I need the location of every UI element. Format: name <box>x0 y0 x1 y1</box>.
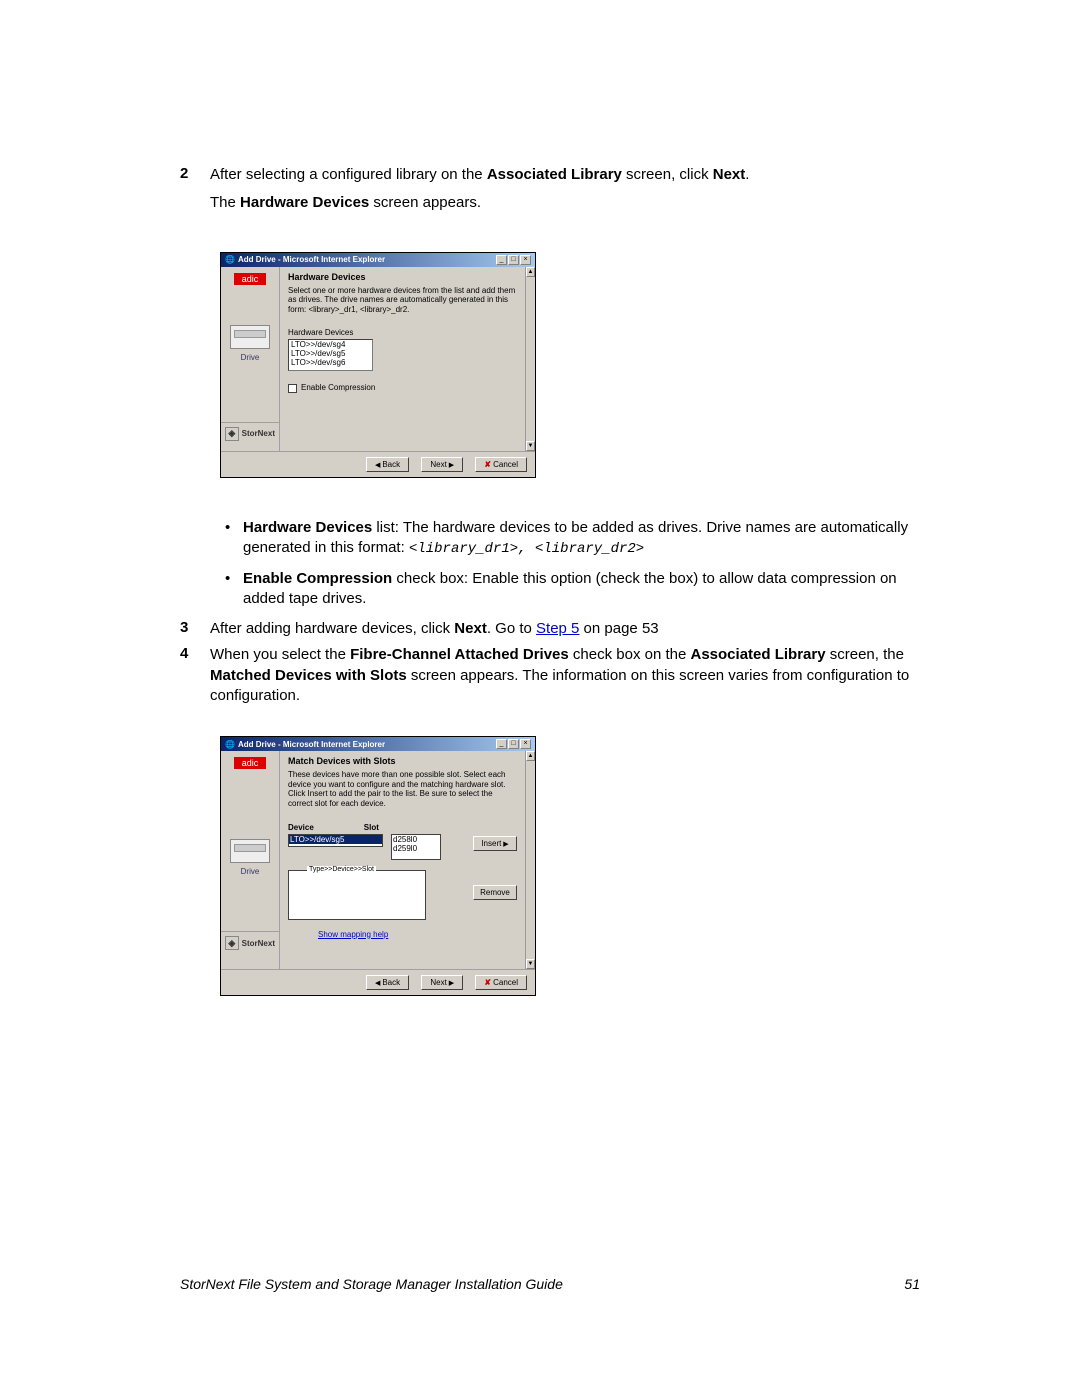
page-number: 51 <box>904 1276 920 1292</box>
panel-desc: Select one or more hardware devices from… <box>288 286 517 315</box>
close-button[interactable]: × <box>520 739 531 749</box>
assoc-library-b: Associated Library <box>691 646 826 663</box>
assoc-library-b: Associated Library <box>487 166 622 183</box>
ie-icon: 🌐 <box>225 255 235 264</box>
text: . <box>745 166 749 183</box>
device-header: Device <box>288 823 314 832</box>
bullet-hardware-devices: • Hardware Devices list: The hardware de… <box>225 518 920 559</box>
scroll-down-button[interactable]: ▼ <box>526 959 535 969</box>
cancel-button[interactable]: ✘Cancel <box>475 975 527 990</box>
screenshot-match-devices: 🌐 Add Drive - Microsoft Internet Explore… <box>220 736 920 995</box>
list-item[interactable]: LTO>>/dev/sg6 <box>290 359 371 368</box>
adic-logo: adic <box>234 273 267 285</box>
panel-title: Match Devices with Slots <box>288 756 517 766</box>
scroll-up-button[interactable]: ▲ <box>526 267 535 277</box>
bullet-enable-compression: • Enable Compression check box: Enable t… <box>225 569 920 610</box>
fc-drives-b: Fibre-Channel Attached Drives <box>350 646 569 663</box>
back-button[interactable]: Back <box>366 457 409 472</box>
maximize-button[interactable]: □ <box>508 739 519 749</box>
adic-logo: adic <box>234 757 267 769</box>
list-item[interactable]: d258l0 <box>393 835 439 845</box>
b: Hardware Devices <box>243 519 372 536</box>
list-item[interactable]: d259l0 <box>393 844 439 854</box>
scroll-down-button[interactable]: ▼ <box>526 441 535 451</box>
next-button[interactable]: Next <box>421 457 463 472</box>
text: The <box>210 194 240 211</box>
next-b: Next <box>454 620 487 637</box>
stornext-icon: ◈ <box>225 427 239 441</box>
step5-link[interactable]: Step 5 <box>536 620 579 637</box>
back-button[interactable]: Back <box>366 975 409 990</box>
scroll-up-button[interactable]: ▲ <box>526 751 535 761</box>
sidebar-label: Drive <box>221 353 279 362</box>
list-label: Hardware Devices <box>288 328 517 337</box>
footer-title: StorNext File System and Storage Manager… <box>180 1276 563 1292</box>
text: screen appears. <box>369 194 481 211</box>
close-button[interactable]: × <box>520 255 531 265</box>
pair-list[interactable]: Type>>Device>>Slot <box>288 870 426 920</box>
next-button[interactable]: Next <box>421 975 463 990</box>
device-list[interactable]: LTO>>/dev/sg5 <box>288 834 383 847</box>
stornext-row: ◈ StorNext <box>221 931 279 954</box>
matched-devices-b: Matched Devices with Slots <box>210 667 407 684</box>
hardware-devices-list[interactable]: LTO>>/dev/sg4 LTO>>/dev/sg5 LTO>>/dev/sg… <box>288 339 373 371</box>
panel-desc: These devices have more than one possibl… <box>288 770 517 808</box>
drive-illustration <box>230 325 270 349</box>
step-number: 3 <box>180 619 210 639</box>
text: When you select the <box>210 646 350 663</box>
window-titlebar: 🌐 Add Drive - Microsoft Internet Explore… <box>221 737 535 751</box>
step-4: 4 When you select the Fibre-Channel Atta… <box>180 645 920 706</box>
text: After adding hardware devices, click <box>210 620 454 637</box>
window-titlebar: 🌐 Add Drive - Microsoft Internet Explore… <box>221 253 535 267</box>
stornext-icon: ◈ <box>225 936 239 950</box>
minimize-button[interactable]: _ <box>496 255 507 265</box>
drive-illustration <box>230 839 270 863</box>
window-title: Add Drive - Microsoft Internet Explorer <box>238 255 385 264</box>
pairbox-label: Type>>Device>>Slot <box>307 866 376 873</box>
cancel-button[interactable]: ✘Cancel <box>475 457 527 472</box>
remove-button[interactable]: Remove <box>473 885 517 900</box>
step-3: 3 After adding hardware devices, click N… <box>180 619 920 639</box>
panel-title: Hardware Devices <box>288 272 517 282</box>
hw-devices-b: Hardware Devices <box>240 194 369 211</box>
code: <library_dr1>, <library_dr2> <box>409 541 644 557</box>
maximize-button[interactable]: □ <box>508 255 519 265</box>
list-item[interactable]: LTO>>/dev/sg5 <box>289 835 382 844</box>
stornext-label: StorNext <box>242 939 275 948</box>
page-footer: StorNext File System and Storage Manager… <box>180 1276 920 1292</box>
b: Enable Compression <box>243 570 392 587</box>
screenshot-hardware-devices: 🌐 Add Drive - Microsoft Internet Explore… <box>220 252 920 478</box>
text: screen, click <box>622 166 713 183</box>
step-2: 2 After selecting a configured library o… <box>180 165 920 222</box>
mapping-help-link[interactable]: Show mapping help <box>318 930 388 939</box>
text: After selecting a configured library on … <box>210 166 487 183</box>
enable-compression-checkbox[interactable] <box>288 384 297 393</box>
step-number: 2 <box>180 165 210 222</box>
text: screen, the <box>826 646 904 663</box>
text: . Go to <box>487 620 536 637</box>
window-title: Add Drive - Microsoft Internet Explorer <box>238 740 385 749</box>
step-number: 4 <box>180 645 210 706</box>
next-b: Next <box>713 166 746 183</box>
ie-icon: 🌐 <box>225 740 235 749</box>
text: on page 53 <box>579 620 658 637</box>
slot-header: Slot <box>364 823 379 832</box>
stornext-row: ◈ StorNext <box>221 422 279 445</box>
slot-list[interactable]: d258l0 d259l0 <box>391 834 441 860</box>
sidebar-label: Drive <box>221 867 279 876</box>
stornext-label: StorNext <box>242 429 275 438</box>
enable-compression-label: Enable Compression <box>301 383 375 392</box>
text: check box on the <box>569 646 691 663</box>
insert-button[interactable]: Insert <box>473 836 517 851</box>
minimize-button[interactable]: _ <box>496 739 507 749</box>
